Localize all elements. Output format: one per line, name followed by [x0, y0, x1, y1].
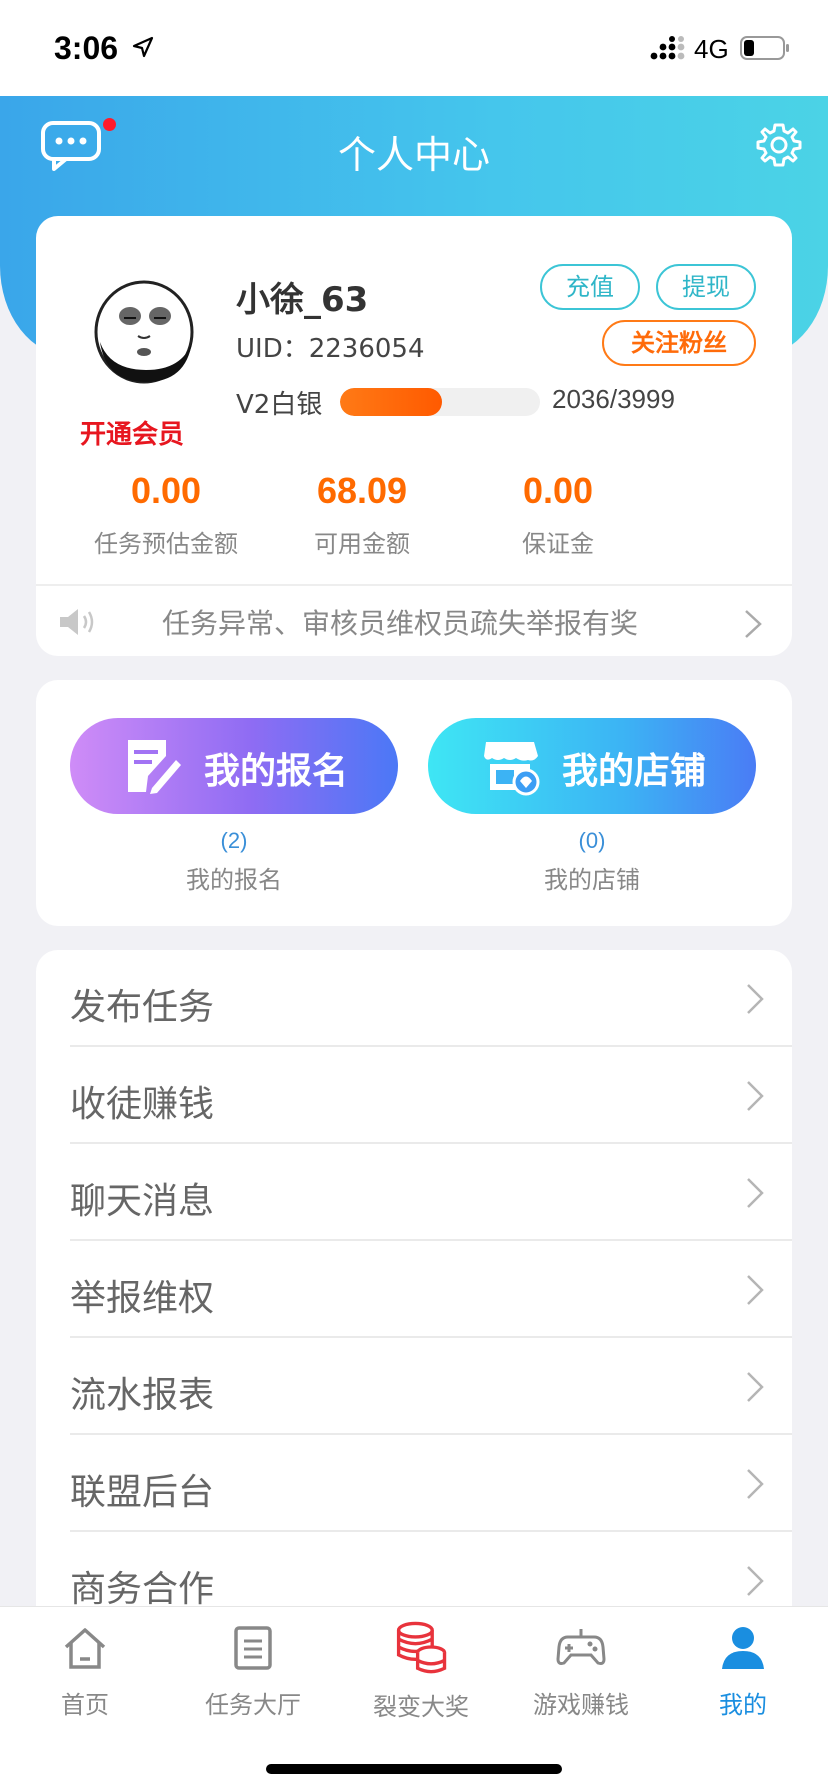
home-icon: [64, 1628, 106, 1669]
my-store-button[interactable]: 我的店铺: [428, 718, 756, 814]
stat-deposit[interactable]: 0.00 保证金: [448, 470, 668, 559]
chevron-right-icon: [747, 1566, 764, 1596]
tab-label: 裂变大奖: [373, 1693, 469, 1721]
shortcut-count: (0): [578, 828, 606, 853]
chevron-right-icon: [747, 1178, 764, 1208]
page-title: 个人中心: [337, 133, 490, 177]
task-list-icon: [234, 1626, 272, 1670]
shortcut-count: (2): [220, 828, 248, 853]
tab-fission-prize[interactable]: 裂变大奖: [338, 1621, 504, 1722]
tab-label: 首页: [61, 1691, 109, 1719]
gamepad-icon: [556, 1629, 606, 1665]
stat-estimated-amount[interactable]: 0.00 任务预估金额: [56, 470, 276, 559]
chevron-right-icon: [747, 1081, 764, 1111]
speaker-icon: [60, 609, 94, 635]
withdraw-button[interactable]: 提现: [656, 264, 756, 310]
chevron-right-icon[interactable]: [742, 608, 764, 640]
shortcut-sublabel: 我的报名: [186, 866, 282, 894]
tab-label: 任务大厅: [205, 1691, 301, 1719]
menu-item-label: 发布任务: [70, 987, 215, 1028]
tab-label: 游戏赚钱: [533, 1691, 629, 1719]
level-progress-fill: [340, 388, 442, 416]
shortcut-label: 我的店铺: [562, 751, 707, 792]
edit-icon: [128, 740, 181, 794]
menu-item-label: 收徒赚钱: [70, 1084, 215, 1125]
stat-value: 0.00: [130, 470, 202, 511]
tab-task-hall[interactable]: 任务大厅: [170, 1623, 336, 1720]
network-label: 4G: [694, 34, 729, 64]
shortcut-sublabel: 我的店铺: [544, 866, 640, 894]
open-vip-link[interactable]: 开通会员: [80, 414, 184, 451]
menu-item-recruit-earn[interactable]: 收徒赚钱: [36, 1047, 792, 1144]
menu-item-label: 聊天消息: [70, 1181, 215, 1222]
user-id: UID：2236054: [236, 334, 425, 364]
tab-label: 我的: [719, 1691, 767, 1719]
stat-label: 可用金额: [314, 530, 410, 558]
status-bar: 3:06 4G: [0, 0, 828, 96]
menu-list: 发布任务 收徒赚钱 聊天消息 举报维权 流水报表 联盟后台 商务合作: [36, 950, 792, 1630]
tab-home[interactable]: 首页: [2, 1623, 168, 1720]
menu-item-alliance-backend[interactable]: 联盟后台: [36, 1435, 792, 1532]
stat-label: 保证金: [522, 530, 594, 558]
tab-game-earn[interactable]: 游戏赚钱: [498, 1623, 664, 1720]
menu-item-label: 商务合作: [70, 1569, 215, 1610]
level-progress-bar: [340, 388, 540, 416]
coins-icon: [396, 1621, 447, 1674]
divider: [36, 584, 792, 586]
menu-item-publish-task[interactable]: 发布任务: [36, 950, 792, 1047]
battery-icon: [740, 36, 789, 60]
stat-label: 任务预估金额: [94, 530, 238, 558]
follow-fans-button[interactable]: 关注粉丝: [602, 320, 756, 366]
menu-item-label: 联盟后台: [70, 1472, 215, 1513]
notice-text[interactable]: 任务异常、审核员维权员疏失举报有奖: [162, 602, 638, 642]
chevron-right-icon: [747, 1275, 764, 1305]
menu-item-label: 流水报表: [70, 1375, 215, 1416]
status-time: 3:06: [54, 30, 119, 66]
stat-value: 0.00: [522, 470, 594, 511]
profile-card: 开通会员 小徐_63 UID：2236054 V2白银 2036/3999 充值…: [36, 216, 792, 656]
user-icon: [722, 1627, 764, 1669]
shortcut-card: 我的报名 (2) 我的报名 我的店铺 (0) 我的店铺: [36, 680, 792, 926]
menu-item-label: 举报维权: [70, 1278, 215, 1319]
username: 小徐_63: [236, 280, 369, 320]
recharge-button[interactable]: 充值: [540, 264, 640, 310]
stat-available-amount[interactable]: 68.09 可用金额: [252, 470, 472, 559]
my-signup-button[interactable]: 我的报名: [70, 718, 398, 814]
chevron-right-icon: [747, 984, 764, 1014]
chevron-right-icon: [747, 1469, 764, 1499]
member-level: V2白银: [236, 390, 323, 420]
stat-value: 68.09: [316, 470, 408, 511]
menu-item-flow-report[interactable]: 流水报表: [36, 1338, 792, 1435]
menu-item-chat-messages[interactable]: 聊天消息: [36, 1144, 792, 1241]
level-progress-text: 2036/3999: [552, 384, 675, 414]
home-indicator: [266, 1764, 562, 1774]
location-arrow-icon: [132, 36, 154, 58]
chevron-right-icon: [747, 1372, 764, 1402]
signal-icon: [650, 36, 685, 60]
tab-mine[interactable]: 我的: [660, 1623, 826, 1720]
menu-item-report-rights[interactable]: 举报维权: [36, 1241, 792, 1338]
avatar[interactable]: [86, 270, 206, 390]
store-icon: [484, 742, 540, 796]
shortcut-label: 我的报名: [204, 751, 349, 792]
gear-icon[interactable]: [756, 122, 802, 168]
